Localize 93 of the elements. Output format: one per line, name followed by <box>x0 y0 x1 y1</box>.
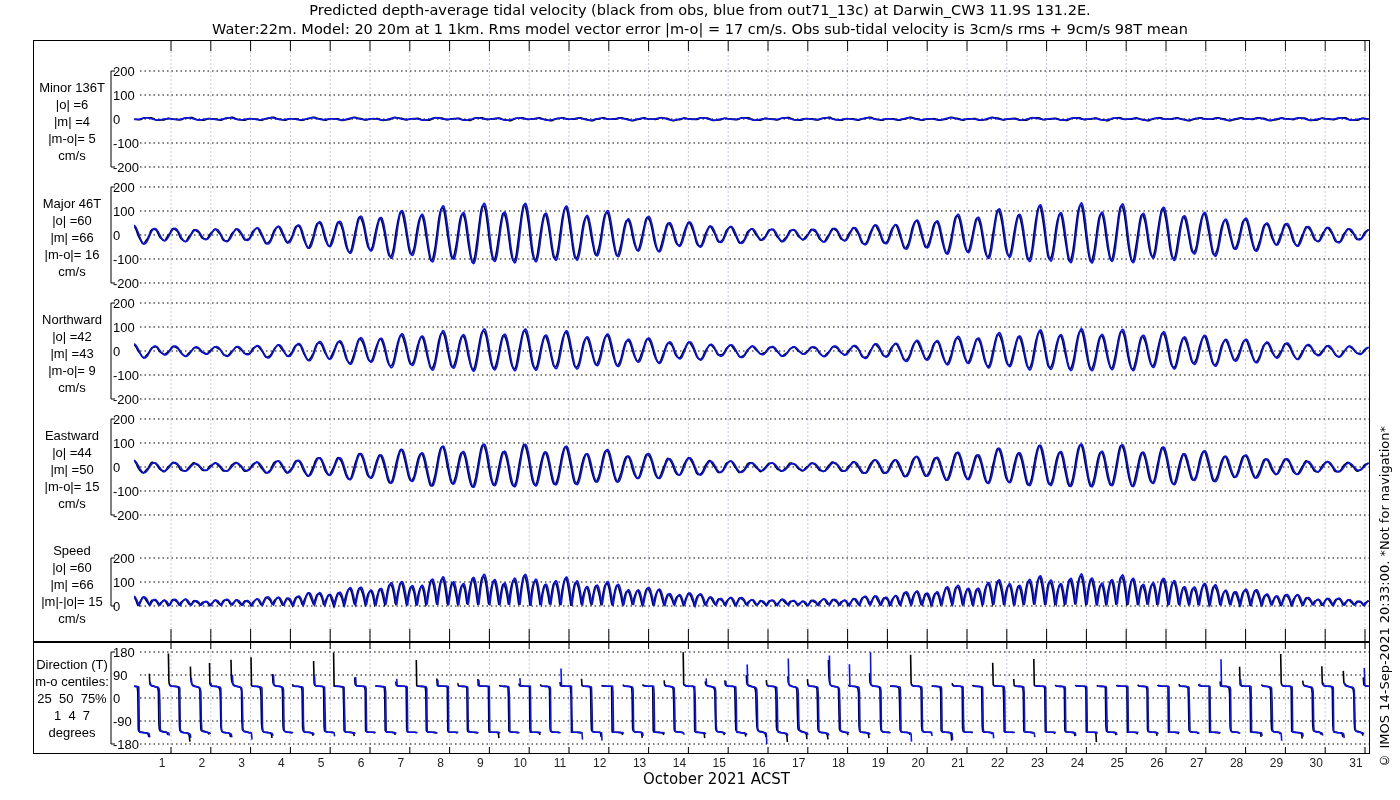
label-line: |o| =60 <box>52 211 92 229</box>
label-line: cm/s <box>58 262 86 280</box>
x-tick-label: 31 <box>1349 756 1363 770</box>
label-line: |m|-|o|= 15 <box>41 592 103 610</box>
x-tick-label: 15 <box>712 756 726 770</box>
x-tick-label: 9 <box>477 756 484 770</box>
label-line: Minor 136T <box>39 78 105 96</box>
x-tick-label: 14 <box>672 756 687 770</box>
x-tick-label: 2 <box>198 756 206 770</box>
label-line: |m-o|= 5 <box>48 129 96 147</box>
x-tick-label: 1 <box>158 756 166 770</box>
y-tick-label: 200 <box>113 63 135 79</box>
x-tick-label: 25 <box>1110 756 1124 770</box>
x-tick-label: 7 <box>397 756 405 770</box>
label-line: |m| =50 <box>50 460 94 478</box>
chart-title: Predicted depth-average tidal velocity (black from obs, blue from out71_13c) at Darwin_CW3 11.9S 131.2E. <box>309 1 1091 20</box>
label-line: Speed <box>53 541 91 559</box>
y-tick-label: 100 <box>113 203 135 219</box>
x-tick-label: 13 <box>632 756 647 770</box>
label-line: degrees <box>48 723 96 741</box>
y-tick-label: -100 <box>113 483 140 499</box>
label-line: |m| =66 <box>50 575 94 593</box>
y-tick-label: 100 <box>113 574 135 590</box>
label-line: |m| =66 <box>50 228 94 246</box>
x-axis-label: October 2021 ACST <box>643 770 790 788</box>
label-line: Northward <box>42 310 102 328</box>
x-tick-label: 11 <box>553 756 567 770</box>
label-line: 25 50 75% <box>37 689 107 707</box>
x-tick-label: 29 <box>1269 756 1284 770</box>
y-tick-label: 200 <box>113 411 135 427</box>
y-tick-label: -200 <box>113 507 140 523</box>
y-tick-label: 0 <box>113 227 121 243</box>
y-tick-label: -180 <box>113 736 140 752</box>
x-tick-label: 26 <box>1150 756 1164 770</box>
x-tick-label: 19 <box>871 756 886 770</box>
y-tick-label: 100 <box>113 319 135 335</box>
x-tick-label: 6 <box>357 756 365 770</box>
label-line: cm/s <box>58 378 86 396</box>
x-tick-label: 4 <box>278 756 285 770</box>
y-tick-label: -100 <box>113 135 140 151</box>
label-line: |m| =4 <box>54 112 90 130</box>
copyright-notice: © IMOS 14-Sep-2021 20:33:00. *Not for navigation* <box>1376 426 1394 768</box>
y-tick-label: 180 <box>113 644 135 660</box>
x-tick-label: 5 <box>317 756 325 770</box>
x-tick-label: 21 <box>951 756 965 770</box>
y-tick-label: -200 <box>113 275 140 291</box>
y-tick-label: -200 <box>113 159 140 175</box>
x-tick-label: 24 <box>1070 756 1085 770</box>
y-tick-label: 0 <box>113 598 121 614</box>
label-line: |m-o|= 9 <box>48 361 96 379</box>
x-tick-label: 8 <box>437 756 444 770</box>
label-line: Major 46T <box>42 194 102 212</box>
label-line: cm/s <box>58 609 86 627</box>
label-line: cm/s <box>58 146 86 164</box>
y-tick-label: 0 <box>113 343 121 359</box>
label-line: Eastward <box>44 426 100 444</box>
y-tick-label: -90 <box>113 713 132 729</box>
y-tick-label: 90 <box>113 667 128 683</box>
x-tick-label: 3 <box>238 756 245 770</box>
x-tick-label: 16 <box>752 756 766 770</box>
y-tick-label: 0 <box>113 111 121 127</box>
chart-title: Water:22m. Model: 20 20m at 1 1km. Rms model vector error |m-o| = 17 cm/s. Obs sub-tidal velocity is 3cm/s rms + 9cm/s 98T mean <box>212 20 1188 39</box>
y-tick-label: 0 <box>113 459 121 475</box>
label-line: Direction (T) <box>36 655 108 673</box>
x-tick-label: 27 <box>1190 756 1204 770</box>
x-tick-label: 22 <box>991 756 1005 770</box>
y-tick-label: 200 <box>113 295 135 311</box>
label-line: 1 4 7 <box>53 706 91 724</box>
label-line: |o| =42 <box>52 327 92 345</box>
x-tick-label: 30 <box>1309 756 1323 770</box>
x-tick-label: 12 <box>593 756 607 770</box>
label-line: |o| =44 <box>52 443 92 461</box>
label-line: m-o centiles: <box>35 672 109 690</box>
y-tick-label: 200 <box>113 550 135 566</box>
label-line: |o| =60 <box>52 558 92 576</box>
label-line: |m-o|= 16 <box>44 245 100 263</box>
y-tick-label: -100 <box>113 367 140 383</box>
label-line: |m| =43 <box>50 344 94 362</box>
label-line: |o| =6 <box>55 95 89 113</box>
y-tick-label: -100 <box>113 251 140 267</box>
x-tick-label: 23 <box>1030 756 1045 770</box>
label-line: |m-o|= 15 <box>44 477 100 495</box>
x-tick-label: 28 <box>1229 756 1244 770</box>
y-tick-label: 200 <box>113 179 135 195</box>
label-line: cm/s <box>58 494 86 512</box>
y-tick-label: 0 <box>113 690 121 706</box>
y-tick-label: -200 <box>113 391 140 407</box>
y-tick-label: 100 <box>113 435 135 451</box>
y-tick-label: 100 <box>113 87 135 103</box>
x-tick-label: 17 <box>792 756 806 770</box>
x-tick-label: 18 <box>831 756 846 770</box>
x-tick-label: 10 <box>513 756 527 770</box>
x-tick-label: 20 <box>911 756 925 770</box>
